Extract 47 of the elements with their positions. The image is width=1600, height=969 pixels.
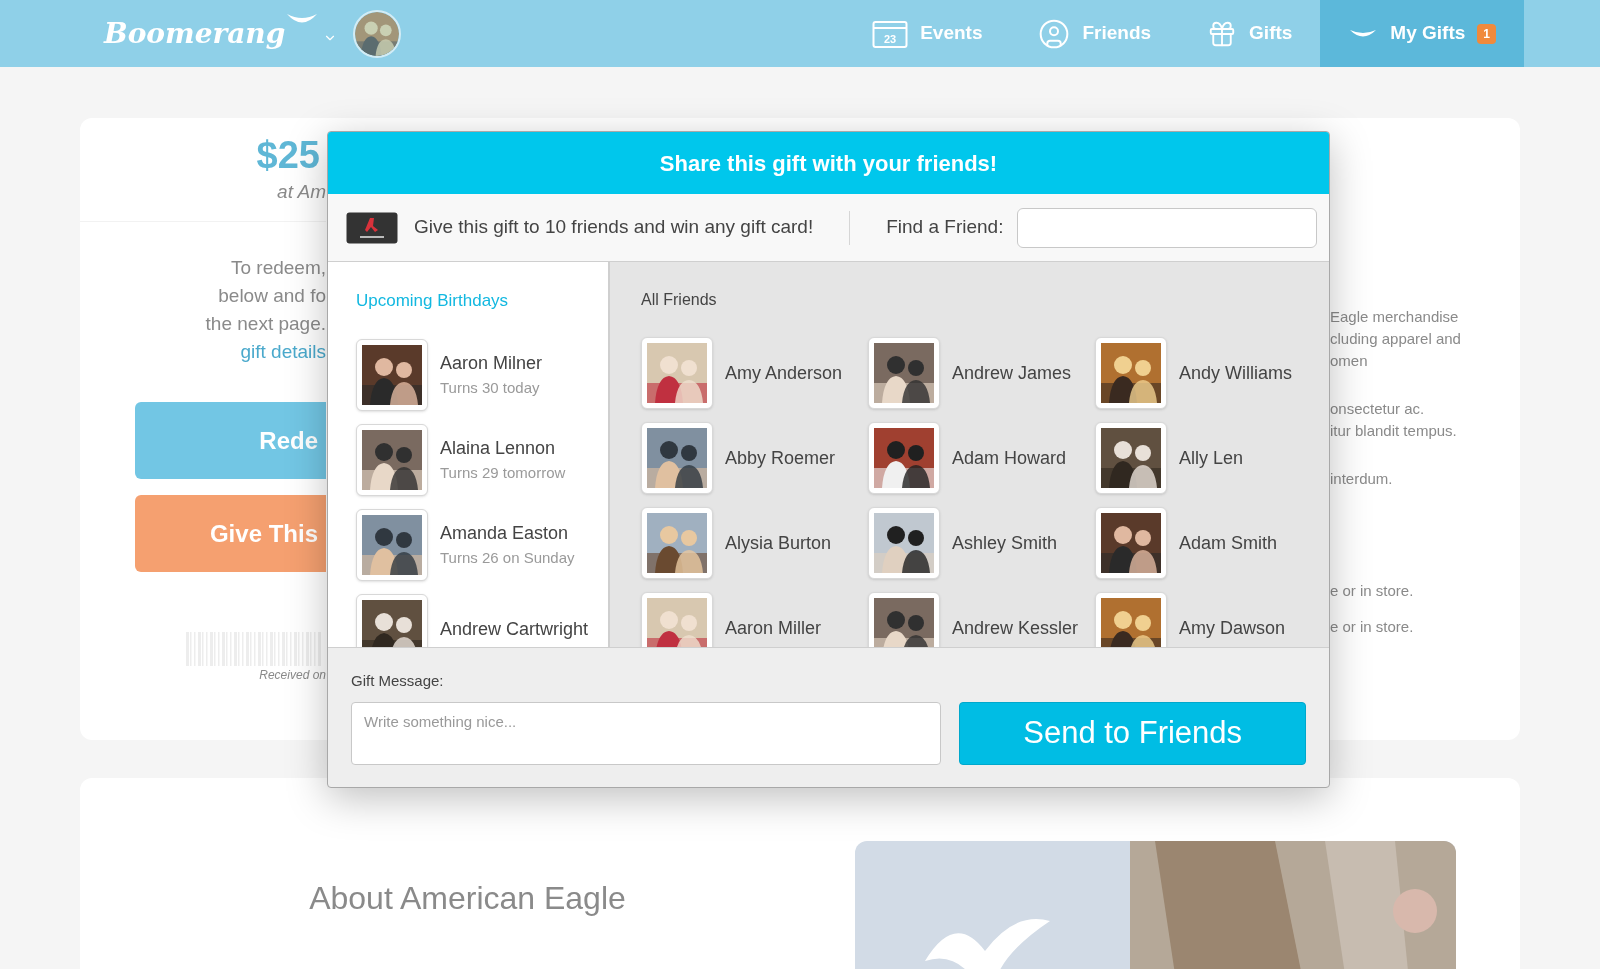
friend-name[interactable]: Andrew Cartwright	[440, 616, 589, 643]
user-icon	[1038, 17, 1071, 50]
section-title: About American Eagle	[309, 879, 626, 918]
friend-name[interactable]: Andy Williams	[1179, 359, 1293, 387]
find-friend-label: Find a Friend:	[886, 215, 1004, 240]
description-text: interdum.	[1330, 469, 1394, 489]
description-text: onsectetur ac.	[1330, 399, 1426, 419]
friend-name[interactable]: Ashley Smith	[952, 529, 1058, 557]
friend-name[interactable]: Abby Roemer	[725, 444, 836, 472]
instruction-text: the next page.	[205, 312, 326, 336]
logo: Boomerang	[104, 15, 286, 52]
friend-name[interactable]: Alysia Burton	[725, 529, 832, 557]
friend-name[interactable]: Andrew James	[952, 359, 1072, 387]
description-text: e or in store.	[1330, 581, 1415, 601]
instruction-text: below and fo	[218, 284, 326, 308]
message-label: Gift Message:	[351, 671, 445, 691]
message-field[interactable]: Write something nice...	[351, 701, 942, 765]
birthday-note: Turns 30 today	[440, 377, 541, 398]
calendar-icon: 23	[872, 18, 909, 49]
friend-name[interactable]: Adam Howard	[952, 444, 1067, 472]
friend-name[interactable]: Ally Len	[1179, 444, 1244, 472]
description-text: omen	[1330, 351, 1369, 371]
description-text: cluding apparel and	[1330, 329, 1462, 349]
birthdays-heading: Upcoming Birthdays	[356, 290, 510, 312]
find-friend-field[interactable]	[1017, 207, 1317, 248]
count-badge: 1	[1477, 23, 1496, 44]
description-text: itur blandit tempus.	[1330, 421, 1458, 441]
description-text: Eagle merchandise	[1330, 307, 1460, 327]
all-friends-heading: All Friends	[641, 290, 718, 310]
gift-card-icon	[346, 211, 398, 244]
friend-name[interactable]: Adam Smith	[1179, 529, 1278, 557]
received-text: Received on	[259, 667, 326, 684]
friend-name[interactable]: Amanda Easton	[440, 519, 575, 547]
birthday-note: Turns 29 tomorrow	[440, 462, 566, 483]
friend-name[interactable]: Andrew Kessler	[952, 614, 1079, 642]
dialog-title: Share this gift with your friends!	[659, 149, 998, 178]
friend-name[interactable]: Alaina Lennon	[440, 434, 566, 462]
friend-name[interactable]: Amy Anderson	[725, 359, 843, 387]
friend-name[interactable]: Amy Dawson	[1179, 614, 1286, 642]
store-name: at Am	[277, 180, 326, 204]
birthday-note: Turns 26 on Sunday	[440, 547, 575, 568]
instruction-text: To redeem,	[230, 256, 326, 280]
gift-value: $25	[256, 136, 321, 174]
friend-name[interactable]: Aaron Miller	[725, 614, 822, 642]
promo-text: Give this gift to 10 friends and win any gift card!	[414, 215, 814, 240]
friend-name[interactable]: Aaron Milner	[440, 349, 543, 377]
description-text: e or in store.	[1330, 617, 1415, 637]
